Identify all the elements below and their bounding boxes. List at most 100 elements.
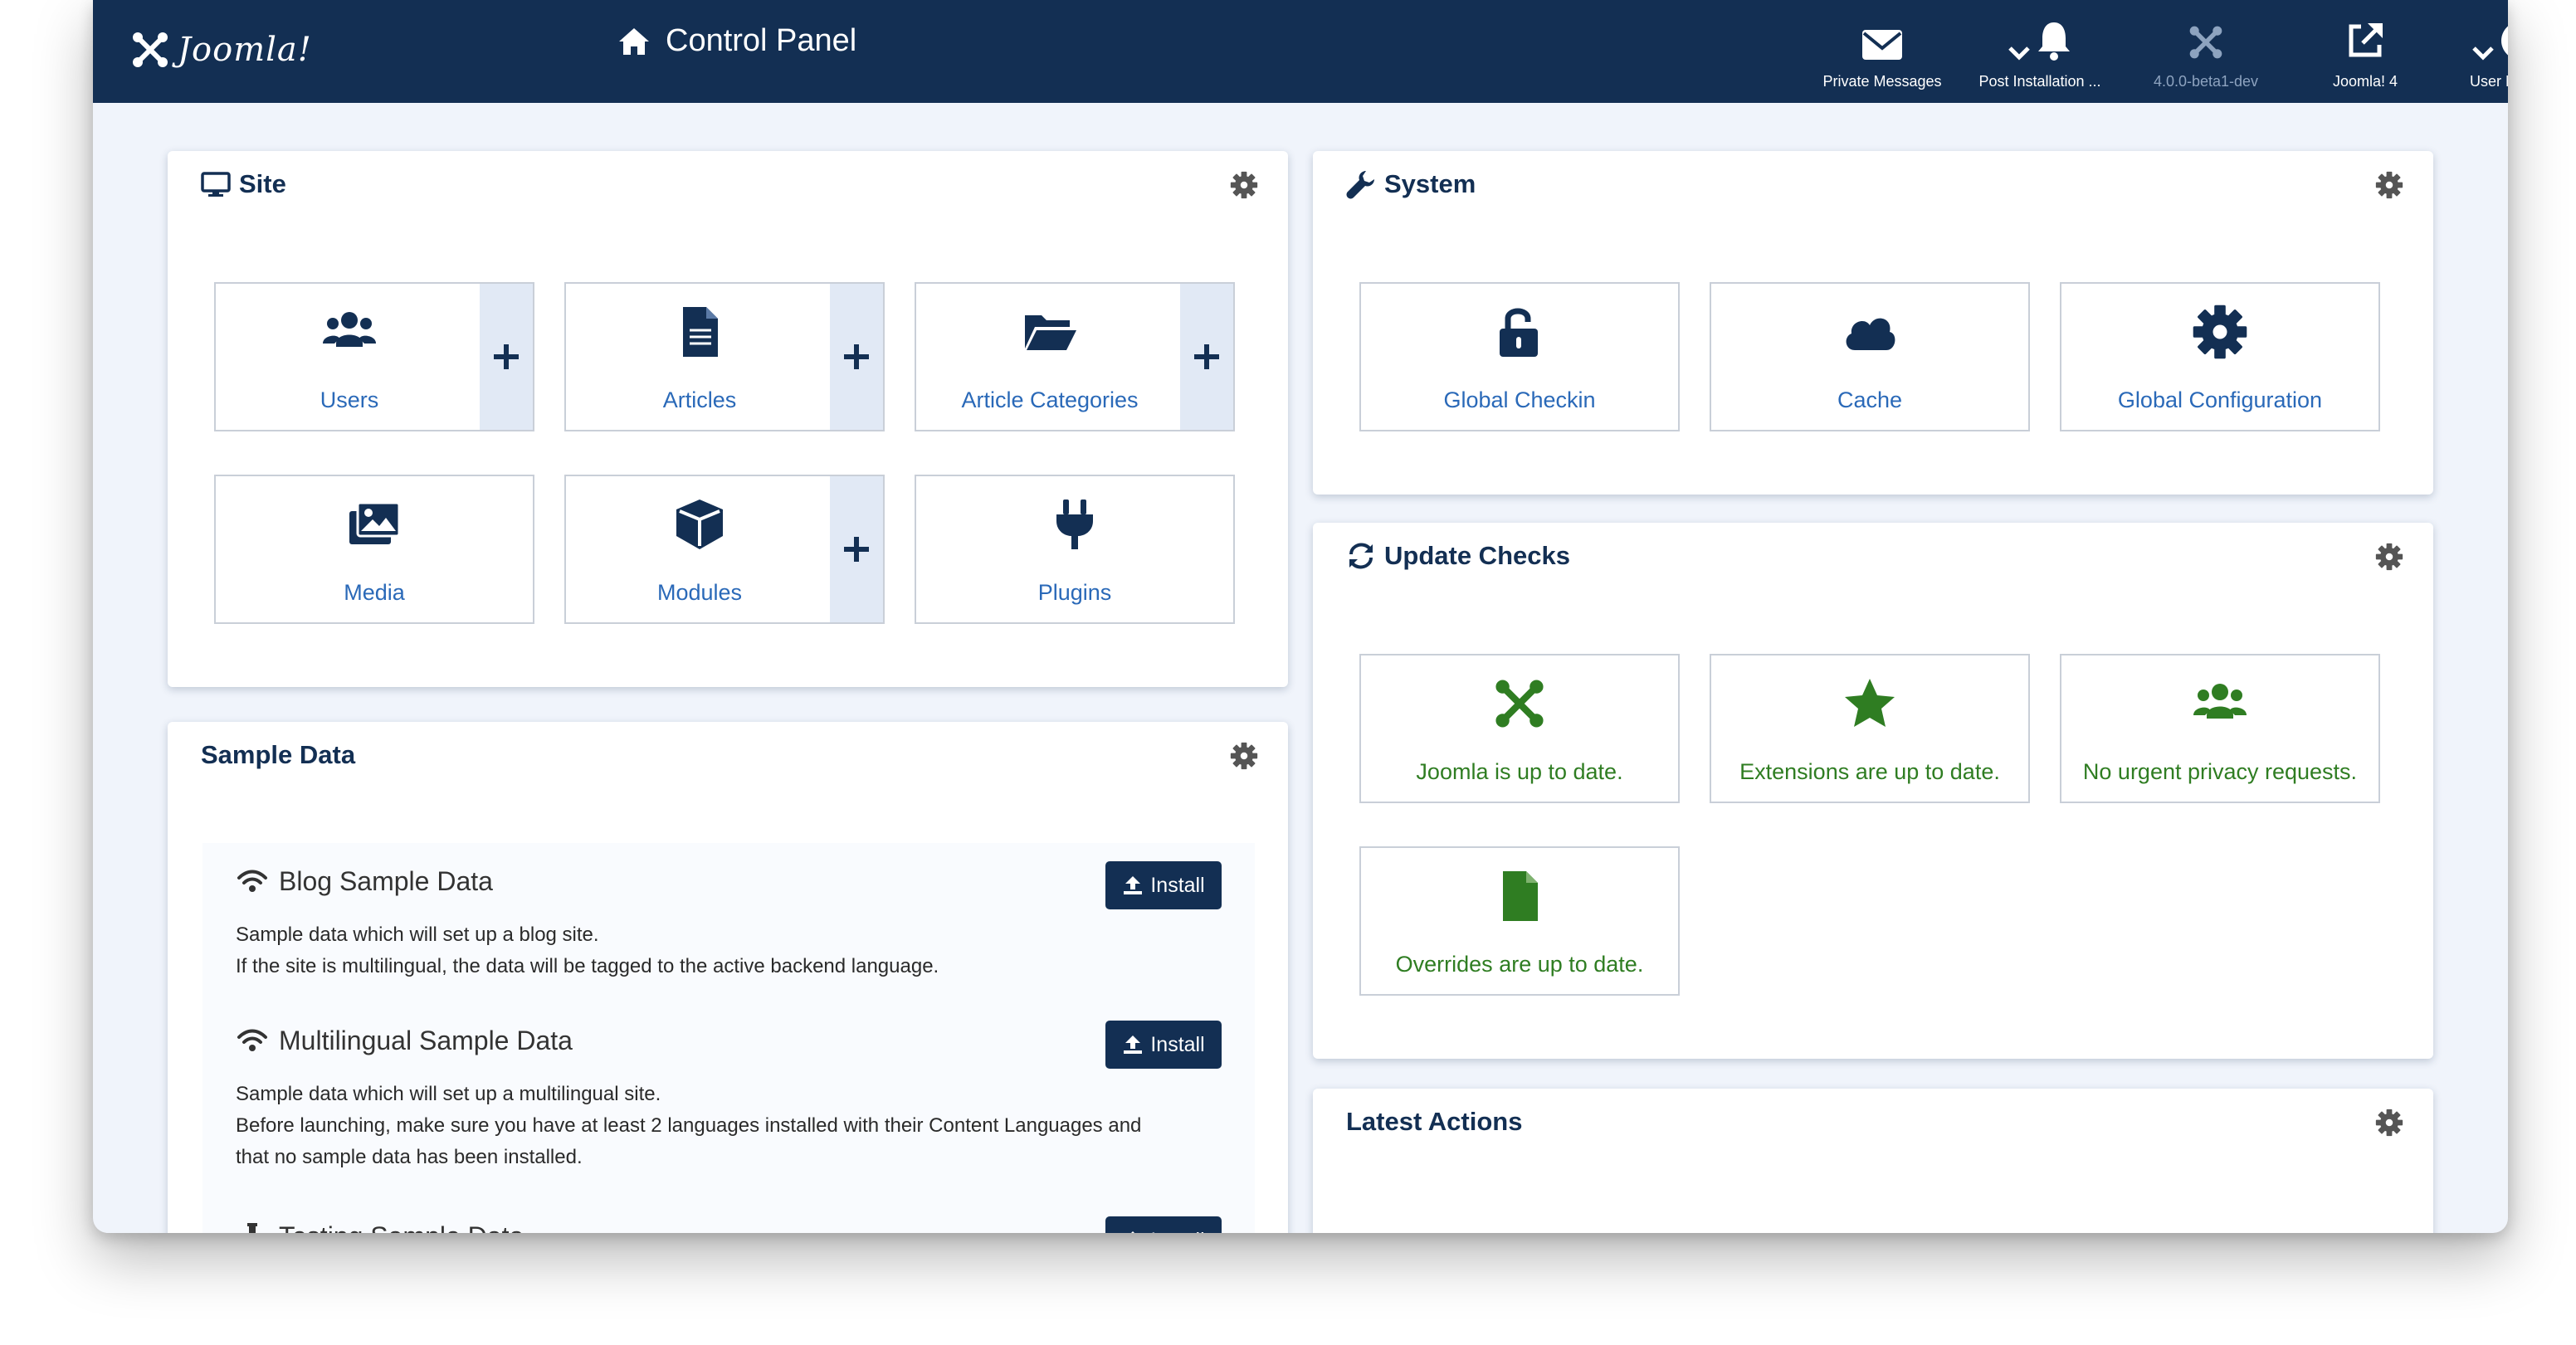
sample-data-item: Multilingual Sample Data Install Sample … bbox=[202, 1002, 1255, 1196]
sample-description-line: Before launching, make sure you have at … bbox=[236, 1114, 1142, 1137]
upload-icon bbox=[1131, 1231, 1135, 1233]
user-menu-button[interactable]: User Menu bbox=[2423, 15, 2508, 90]
private-messages-button[interactable]: Private Messages bbox=[1799, 15, 1965, 90]
add-module-button[interactable] bbox=[830, 476, 883, 622]
joomla-icon bbox=[133, 32, 168, 67]
top-bar: Joomla! Control Panel Private Messages P… bbox=[93, 0, 2508, 103]
page-title: Control Panel bbox=[666, 23, 857, 58]
gear-icon[interactable] bbox=[1230, 171, 1258, 199]
extensions-update-tile[interactable]: Extensions are up to date. bbox=[1710, 654, 2030, 803]
card-title: Latest Actions bbox=[1346, 1107, 1523, 1136]
cog-icon bbox=[2193, 305, 2247, 359]
global-checkin-link[interactable]: Global Checkin bbox=[1361, 284, 1678, 430]
install-button[interactable]: Install bbox=[1105, 1021, 1222, 1069]
extensions-update-link[interactable]: Extensions are up to date. bbox=[1711, 655, 2028, 802]
users-icon bbox=[323, 312, 376, 347]
header-item-label: User Menu bbox=[2469, 73, 2508, 90]
sample-description-line: that no sample data has been installed. bbox=[236, 1146, 583, 1168]
star-icon bbox=[1845, 679, 1895, 727]
sample-data-item: Testing Sample Data Install bbox=[202, 1195, 1255, 1233]
sample-title-text: Blog Sample Data bbox=[279, 865, 493, 896]
gear-icon[interactable] bbox=[1230, 742, 1258, 770]
add-user-button[interactable] bbox=[480, 284, 533, 430]
cube-icon bbox=[676, 500, 723, 549]
tile-label: Global Checkin bbox=[1443, 387, 1596, 412]
article-categories-tile: Article Categories bbox=[915, 282, 1235, 431]
chevron-down-icon bbox=[2472, 46, 2494, 61]
envelope-icon bbox=[1862, 30, 1902, 60]
tile-label: No urgent privacy requests. bbox=[2082, 759, 2358, 784]
sample-description: Sample data which will set up a multilin… bbox=[236, 1079, 1141, 1173]
overrides-update-link[interactable]: Overrides are up to date. bbox=[1361, 848, 1678, 994]
install-button[interactable]: Install bbox=[1105, 861, 1222, 909]
global-configuration-link[interactable]: Global Configuration bbox=[2061, 284, 2378, 430]
sample-title: Multilingual Sample Data bbox=[236, 1024, 573, 1057]
plus-icon bbox=[844, 537, 869, 562]
images-icon bbox=[349, 501, 401, 544]
sample-description-line: Sample data which will set up a multilin… bbox=[236, 1083, 661, 1105]
cache-link[interactable]: Cache bbox=[1711, 284, 2028, 430]
joomla-icon bbox=[1495, 680, 1544, 728]
bell-icon bbox=[2038, 22, 2070, 61]
global-checkin-tile[interactable]: Global Checkin bbox=[1359, 282, 1680, 431]
joomla-update-link[interactable]: Joomla is up to date. bbox=[1361, 655, 1678, 802]
plug-icon bbox=[1056, 500, 1093, 549]
tile-label: Extensions are up to date. bbox=[1739, 759, 2000, 784]
modules-tile: Modules bbox=[564, 475, 885, 624]
site-card: Site Users Articles Article Categories M… bbox=[168, 151, 1288, 687]
browser-window: Joomla! Control Panel Private Messages P… bbox=[93, 0, 2508, 1233]
sample-description: Sample data which will set up a blog sit… bbox=[236, 919, 939, 982]
privacy-requests-tile[interactable]: No urgent privacy requests. bbox=[2060, 654, 2380, 803]
home-icon bbox=[619, 27, 649, 55]
install-button[interactable]: Install bbox=[1105, 1216, 1222, 1233]
update-checks-card: Update Checks Joomla is up to date. Exte… bbox=[1313, 523, 2433, 1059]
unlock-icon bbox=[1500, 308, 1538, 357]
post-installation-button[interactable]: Post Installation ... bbox=[1957, 15, 2123, 90]
tile-label: Joomla is up to date. bbox=[1416, 759, 1623, 784]
users-tile: Users bbox=[214, 282, 534, 431]
flask-icon bbox=[247, 1223, 257, 1233]
overrides-update-tile[interactable]: Overrides are up to date. bbox=[1359, 846, 1680, 996]
joomla-logo[interactable]: Joomla! bbox=[129, 25, 312, 75]
users-icon bbox=[2193, 684, 2247, 719]
gear-icon[interactable] bbox=[2375, 543, 2403, 571]
privacy-requests-link[interactable]: No urgent privacy requests. bbox=[2061, 655, 2378, 802]
header-item-label: Post Installation ... bbox=[1978, 73, 2101, 90]
tile-label: Users bbox=[320, 387, 379, 412]
add-category-button[interactable] bbox=[1180, 284, 1233, 430]
media-link[interactable]: Media bbox=[216, 476, 533, 622]
articles-link[interactable]: Articles bbox=[566, 284, 833, 430]
latest-actions-card: Latest Actions bbox=[1313, 1089, 2433, 1233]
plugins-link[interactable]: Plugins bbox=[916, 476, 1233, 622]
joomla-update-tile[interactable]: Joomla is up to date. bbox=[1359, 654, 1680, 803]
wifi-icon bbox=[237, 1029, 267, 1051]
tile-label: Modules bbox=[656, 580, 743, 605]
plugins-tile[interactable]: Plugins bbox=[915, 475, 1235, 624]
latest-actions-card-header: Latest Actions bbox=[1346, 1107, 1522, 1137]
sample-data-card: Sample Data Blog Sample Data Install Sam… bbox=[168, 722, 1288, 1233]
modules-link[interactable]: Modules bbox=[566, 476, 833, 622]
sample-title: Testing Sample Data bbox=[236, 1220, 524, 1233]
version-info[interactable]: 4.0.0-beta1-dev bbox=[2123, 15, 2289, 90]
users-link[interactable]: Users bbox=[216, 284, 483, 430]
sample-description-line: Sample data which will set up a blog sit… bbox=[236, 923, 599, 946]
gear-icon[interactable] bbox=[2375, 1109, 2403, 1137]
media-tile[interactable]: Media bbox=[214, 475, 534, 624]
system-card-header: System bbox=[1346, 169, 1476, 199]
global-configuration-tile[interactable]: Global Configuration bbox=[2060, 282, 2380, 431]
card-title: System bbox=[1384, 169, 1476, 198]
cache-tile[interactable]: Cache bbox=[1710, 282, 2030, 431]
site-card-header: Site bbox=[201, 169, 286, 199]
external-link-icon bbox=[2349, 23, 2383, 57]
desktop-icon bbox=[201, 172, 231, 197]
article-categories-link[interactable]: Article Categories bbox=[916, 284, 1183, 430]
tile-label: Overrides are up to date. bbox=[1395, 952, 1644, 977]
user-circle-icon bbox=[2501, 26, 2508, 56]
tile-label: Global Configuration bbox=[2117, 387, 2323, 412]
plus-icon bbox=[494, 344, 519, 369]
cloud-icon bbox=[1846, 318, 1895, 350]
gear-icon[interactable] bbox=[2375, 171, 2403, 199]
wrench-icon bbox=[1346, 171, 1374, 199]
tile-label: Media bbox=[344, 580, 405, 605]
add-article-button[interactable] bbox=[830, 284, 883, 430]
